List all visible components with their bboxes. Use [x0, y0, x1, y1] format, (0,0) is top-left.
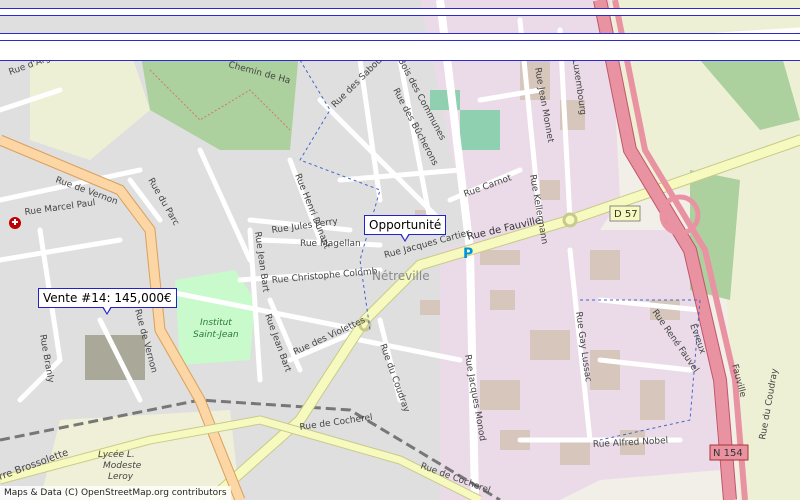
top-band-3	[0, 41, 800, 61]
svg-text:N 154: N 154	[713, 448, 743, 459]
parking-icon: P	[463, 246, 473, 262]
place-lycee-3: Leroy	[108, 472, 134, 482]
opportunity-callout[interactable]: Opportunité	[364, 215, 447, 242]
place-lycee-1: Lycée L.	[98, 449, 135, 460]
place-lycee-2: Modeste	[103, 461, 142, 471]
top-band-1	[0, 8, 800, 16]
top-band-2	[0, 33, 800, 41]
sports-field	[85, 335, 145, 380]
place-netreville: Nétreville	[372, 269, 430, 283]
shield-d57: D 57	[609, 205, 641, 222]
sports-pitch-2	[460, 110, 500, 150]
map-attribution: Maps & Data (C) OpenStreetMap.org contri…	[0, 486, 231, 500]
map-canvas[interactable]: Rue de Vernon Rue de Vernon Rue Marcel P…	[0, 0, 800, 500]
place-institut-1: Institut	[200, 318, 232, 328]
svg-text:D 57: D 57	[614, 209, 638, 220]
sale-callout[interactable]: Vente #14: 145,000€	[38, 288, 177, 315]
shield-n154: N 154	[709, 444, 749, 461]
label-rue-magellan: Rue Magellan	[300, 239, 361, 249]
hospital-icon	[9, 217, 21, 229]
place-institut-2: Saint-Jean	[193, 330, 239, 340]
